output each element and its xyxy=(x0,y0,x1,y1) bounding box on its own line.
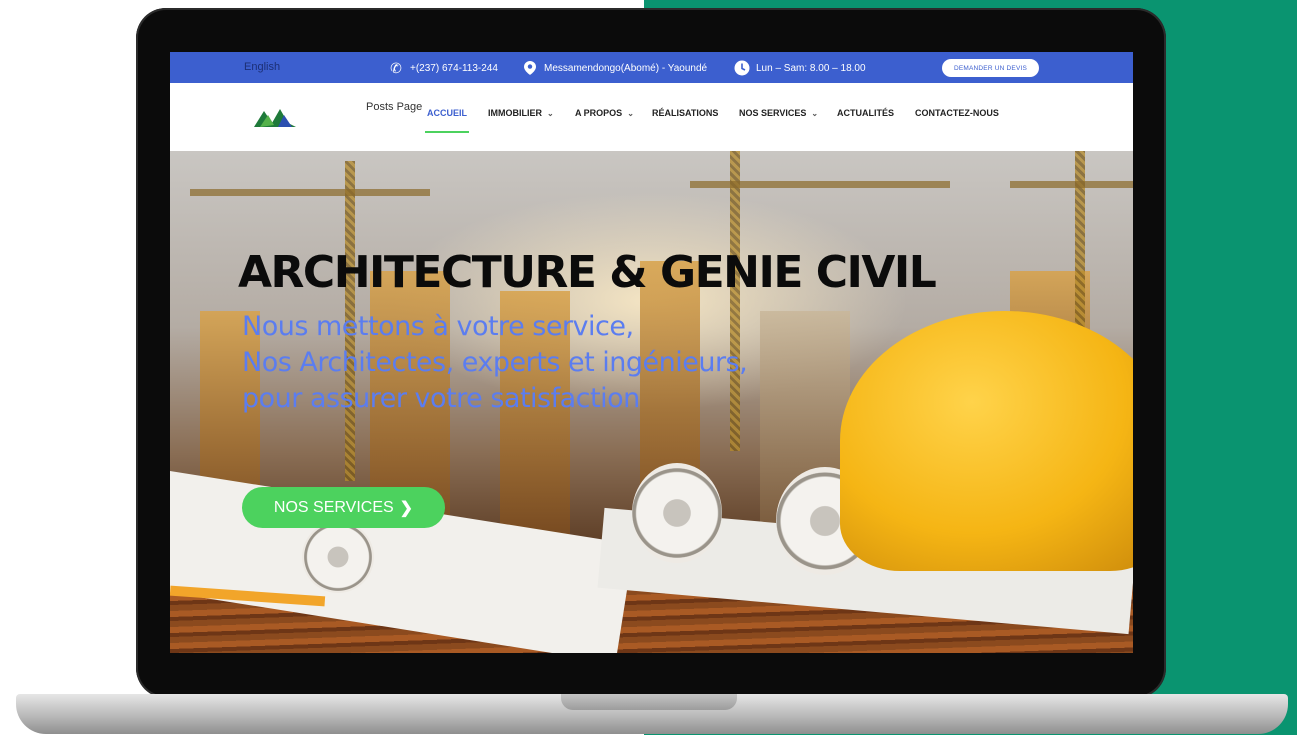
opening-hours: Lun – Sam: 8.00 – 18.00 xyxy=(734,60,866,76)
hero-banner: ARCHITECTURE & GENIE CIVIL Nous mettons … xyxy=(170,151,1133,653)
chevron-right-icon: ❯ xyxy=(399,499,414,517)
hero-subtitle: Nous mettons à votre service, Nos Archit… xyxy=(242,309,748,417)
hero-crane-arm xyxy=(1010,181,1133,188)
nav-nos-services-label: NOS SERVICES xyxy=(739,108,807,118)
hero-title: ARCHITECTURE & GENIE CIVIL xyxy=(238,247,937,298)
phone-contact[interactable]: ✆ +(237) 674-113-244 xyxy=(388,60,498,76)
top-info-bar: English ✆ +(237) 674-113-244 Messamendon… xyxy=(170,52,1133,83)
hero-blueprint-roll xyxy=(302,521,374,593)
nav-nos-services[interactable]: NOS SERVICES ⌄ xyxy=(739,108,818,118)
posts-page-link[interactable]: Posts Page xyxy=(366,101,422,113)
nav-a-propos-label: A PROPOS xyxy=(575,108,623,118)
nav-immobilier-label: IMMOBILIER xyxy=(488,108,542,118)
hero-subtitle-line: Nous mettons à votre service, xyxy=(242,311,634,342)
map-pin-icon xyxy=(522,60,538,76)
phone-number: +(237) 674-113-244 xyxy=(410,62,498,74)
nav-realisations-label: RÉALISATIONS xyxy=(652,108,719,118)
nav-immobilier[interactable]: IMMOBILIER ⌄ xyxy=(488,108,554,118)
chevron-down-icon: ⌄ xyxy=(547,108,554,118)
laptop-notch xyxy=(561,694,737,710)
hero-crane-arm xyxy=(190,189,430,196)
nav-a-propos[interactable]: A PROPOS ⌄ xyxy=(575,108,634,118)
nav-realisations[interactable]: RÉALISATIONS xyxy=(652,108,718,118)
hero-blueprint-roll xyxy=(632,463,722,563)
nav-actualites-label: ACTUALITÉS xyxy=(837,108,894,118)
hero-subtitle-line: Nos Architectes, experts et ingénieurs, xyxy=(242,347,748,378)
nav-actualites[interactable]: ACTUALITÉS xyxy=(837,108,894,118)
address-text: Messamendongo(Abomé) - Yaoundé xyxy=(544,62,708,74)
hero-crane-arm xyxy=(690,181,950,188)
company-logo[interactable] xyxy=(254,105,296,129)
nav-contactez-nous-label: CONTACTEZ-NOUS xyxy=(915,108,999,118)
main-navbar: Posts Page ACCUEIL IMMOBILIER ⌄ A PROPOS… xyxy=(170,83,1133,151)
address-contact: Messamendongo(Abomé) - Yaoundé xyxy=(522,60,707,76)
nav-accueil-label: ACCUEIL xyxy=(427,108,467,118)
hours-text: Lun – Sam: 8.00 – 18.00 xyxy=(756,62,866,74)
laptop-screen: English ✆ +(237) 674-113-244 Messamendon… xyxy=(170,52,1133,653)
nav-contactez-nous[interactable]: CONTACTEZ-NOUS xyxy=(915,108,999,118)
clock-icon xyxy=(734,60,750,76)
hero-subtitle-line: pour assurer votre satisfaction xyxy=(242,383,640,414)
nav-accueil[interactable]: ACCUEIL xyxy=(427,108,467,118)
language-selector[interactable]: English xyxy=(244,61,280,73)
chevron-down-icon: ⌄ xyxy=(627,108,634,118)
chevron-down-icon: ⌄ xyxy=(811,108,819,118)
phone-icon: ✆ xyxy=(390,59,402,76)
nos-services-button[interactable]: NOS SERVICES ❯ xyxy=(242,487,445,528)
request-quote-button[interactable]: DEMANDER UN DEVIS xyxy=(942,59,1039,77)
active-nav-underline xyxy=(425,131,469,133)
nos-services-label: NOS SERVICES xyxy=(273,498,394,516)
